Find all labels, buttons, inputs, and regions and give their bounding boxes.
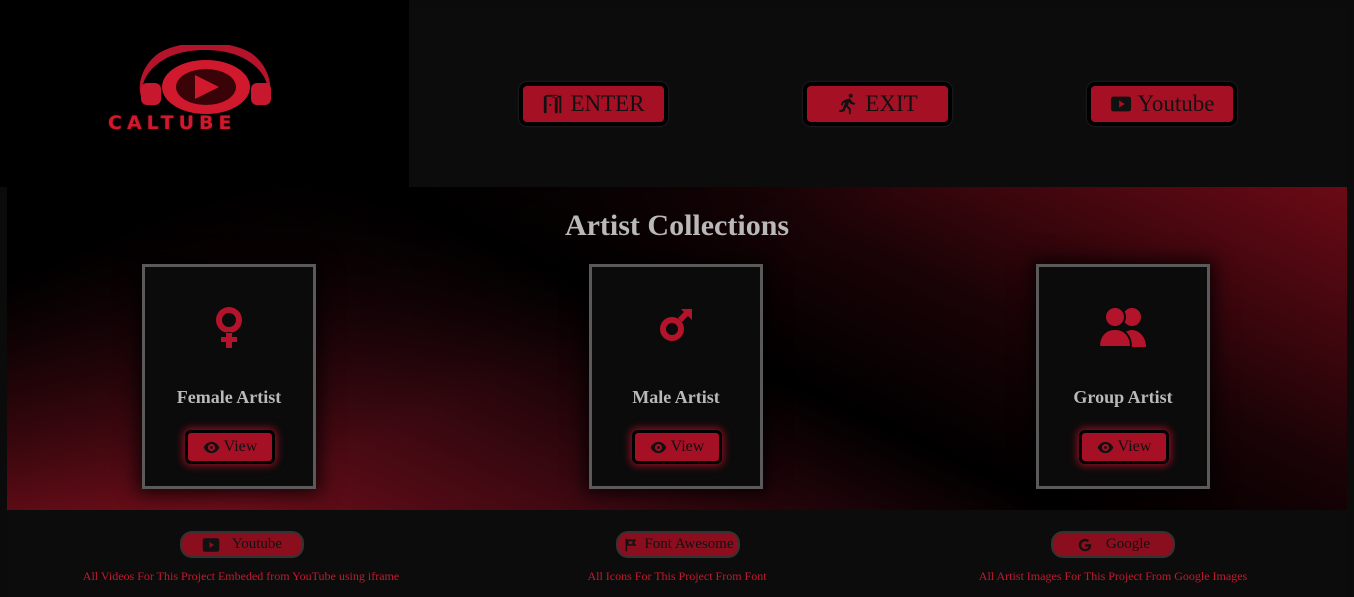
view-male-button[interactable]: View	[632, 430, 722, 464]
running-person-icon	[839, 93, 856, 115]
view-group-button[interactable]: View	[1079, 430, 1169, 464]
male-symbol-icon	[660, 309, 692, 341]
credit-youtube-button[interactable]: Youtube	[180, 531, 304, 558]
youtube-icon	[1110, 96, 1131, 112]
enter-button[interactable]: ENTER	[519, 82, 668, 126]
credit-font-awesome-text: All Icons For This Project From Font	[587, 569, 767, 583]
youtube-button-label: Youtube	[1137, 91, 1215, 116]
group-artist-card: Group Artist View	[1036, 264, 1210, 489]
view-label: View	[223, 438, 258, 455]
brand-name: CALTUBE	[108, 112, 237, 134]
youtube-icon	[202, 537, 220, 552]
google-icon	[1078, 538, 1092, 551]
card-label: Male Artist	[632, 387, 720, 407]
youtube-button[interactable]: Youtube	[1087, 82, 1237, 126]
section-title: Artist Collections	[564, 209, 790, 242]
font-awesome-flag-icon	[626, 538, 637, 551]
users-icon	[1097, 306, 1146, 348]
credit-label: Font Awesome	[644, 536, 734, 552]
credit-font-awesome-button[interactable]: Font Awesome	[616, 531, 740, 558]
credit-label: Youtube	[231, 536, 283, 552]
enter-button-label: ENTER	[570, 91, 645, 116]
credit-label: Google	[1105, 536, 1151, 552]
eye-icon	[203, 441, 219, 453]
credits-footer: Youtube All Videos For This Project Embe…	[7, 510, 1347, 597]
top-navigation: ENTER EXIT Youtube	[409, 7, 1347, 187]
view-female-button[interactable]: View	[185, 430, 275, 464]
card-label: Female Artist	[176, 387, 282, 407]
female-artist-card: Female Artist View	[142, 264, 316, 489]
credit-google-button[interactable]: Google	[1051, 531, 1175, 558]
exit-button[interactable]: EXIT	[803, 82, 952, 126]
female-symbol-icon	[216, 307, 242, 348]
eye-icon	[650, 441, 666, 453]
door-open-icon	[544, 94, 562, 114]
logo-area: CALTUBE	[0, 0, 409, 187]
male-artist-card: Male Artist View	[589, 264, 763, 489]
view-label: View	[1117, 438, 1152, 455]
exit-button-label: EXIT	[865, 91, 918, 116]
artist-collections-section: Artist Collections Female Artist View Ma…	[7, 187, 1347, 510]
view-label: View	[670, 438, 705, 455]
eye-icon	[1097, 441, 1113, 453]
card-label: Group Artist	[1073, 387, 1173, 407]
credit-google-text: All Artist Images For This Project From …	[978, 569, 1248, 583]
credit-youtube-text: All Videos For This Project Embeded from…	[82, 569, 400, 583]
